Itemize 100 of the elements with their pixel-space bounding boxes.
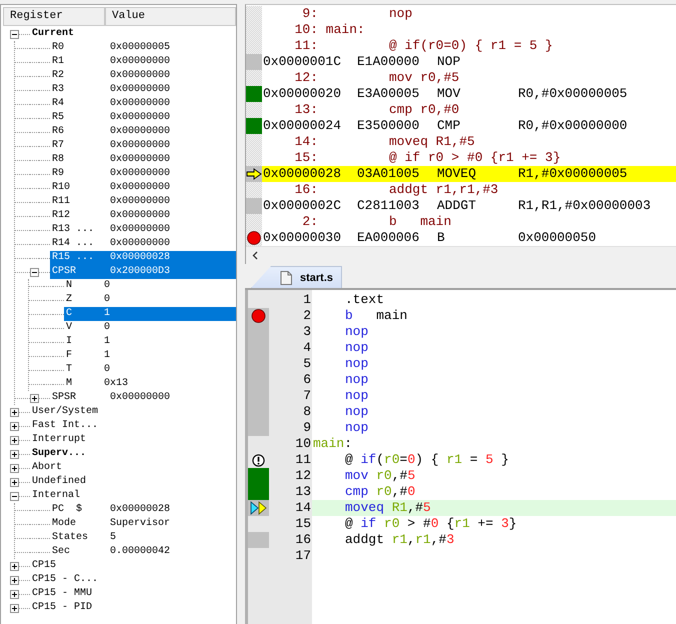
scroll-left-icon[interactable] <box>252 251 258 260</box>
register-row[interactable]: R10 0x00000000 <box>50 181 236 195</box>
instruction-line[interactable]: 0x00000020 E3A00005 MOV R0,#0x00000005 <box>262 86 676 102</box>
code-line: nop <box>344 356 370 372</box>
expand-icon[interactable] <box>10 590 19 598</box>
expand-icon[interactable] <box>10 408 19 416</box>
source-line: 16: addgt r1,r1,#3 <box>294 182 498 198</box>
register-row[interactable]: PC $ 0x00000028 <box>50 503 236 517</box>
instruction-line[interactable]: 0x00000030 EA000006 B 0x00000050 <box>262 230 676 246</box>
expand-icon[interactable] <box>30 394 39 402</box>
register-row[interactable]: R15 ... 0x00000028 <box>50 251 236 265</box>
register-row[interactable]: T 0 <box>64 363 236 377</box>
line-number: 3 <box>303 324 311 339</box>
register-row[interactable]: R11 0x00000000 <box>50 195 236 209</box>
register-row[interactable]: CP15 - MMU <box>30 587 236 601</box>
register-row[interactable]: R6 0x00000000 <box>50 125 236 139</box>
line-number: 7 <box>303 388 311 403</box>
code-line: @ if r0 > #0 {r1 += 3} <box>344 516 518 532</box>
collapse-icon[interactable] <box>10 30 19 38</box>
code-line: nop <box>344 404 370 420</box>
line-number: 14 <box>295 500 311 515</box>
instruction-line[interactable]: 0x0000002C C2811003 ADDGT R1,R1,#0x00000003 <box>262 198 676 214</box>
register-row[interactable]: Current <box>30 27 236 41</box>
instruction-line[interactable]: 0x0000001C E1A00000 NOP <box>262 54 676 70</box>
expand-icon[interactable] <box>10 562 19 570</box>
register-row[interactable]: C 1 <box>64 307 236 321</box>
register-row[interactable]: Internal <box>30 489 236 503</box>
column-header[interactable]: Value <box>105 7 236 26</box>
register-row[interactable]: Abort <box>30 461 236 475</box>
breakpoint-icon[interactable] <box>246 230 262 246</box>
line-number: 12 <box>295 468 311 483</box>
expand-icon[interactable] <box>10 464 19 472</box>
code-line: nop <box>344 420 370 436</box>
expand-icon[interactable] <box>10 576 19 584</box>
register-row[interactable]: CP15 <box>30 559 236 573</box>
register-row[interactable]: R1 0x00000000 <box>50 55 236 69</box>
column-header[interactable]: Register <box>3 7 105 26</box>
register-row[interactable]: I 1 <box>64 335 236 349</box>
code-line: mov r0,#5 <box>344 468 416 484</box>
register-row[interactable]: R4 0x00000000 <box>50 97 236 111</box>
line-number: 1 <box>303 292 311 307</box>
code-line: addgt r1,r1,#3 <box>344 532 456 548</box>
line-number: 11 <box>295 452 311 467</box>
register-row[interactable]: R13 ... 0x00000000 <box>50 223 236 237</box>
register-row[interactable]: Z 0 <box>64 293 236 307</box>
register-row[interactable]: R0 0x00000005 <box>50 41 236 55</box>
register-row[interactable]: R7 0x00000000 <box>50 139 236 153</box>
register-row[interactable]: Superv... <box>30 447 236 461</box>
source-line: 11: @ if(r0=0) { r1 = 5 } <box>294 38 553 54</box>
breakpoint-icon[interactable] <box>248 308 269 324</box>
collapse-icon[interactable] <box>30 268 39 276</box>
register-row[interactable]: R14 ... 0x00000000 <box>50 237 236 251</box>
code-line: nop <box>344 324 370 340</box>
register-row[interactable]: Sec 0.00000042 <box>50 545 236 559</box>
register-row[interactable]: CPSR 0x200000D3 <box>50 265 236 279</box>
register-row[interactable]: F 1 <box>64 349 236 363</box>
horizontal-scrollbar[interactable] <box>246 246 676 264</box>
register-row[interactable]: R12 0x00000000 <box>50 209 236 223</box>
line-number: 4 <box>303 340 311 355</box>
code-line: cmp r0,#0 <box>344 484 416 500</box>
register-row[interactable]: CP15 - C... <box>30 573 236 587</box>
expand-icon[interactable] <box>10 604 19 612</box>
register-row[interactable]: SPSR 0x00000000 <box>50 391 236 405</box>
register-row[interactable]: User/System <box>30 405 236 419</box>
register-row[interactable]: R2 0x00000000 <box>50 69 236 83</box>
register-row[interactable]: Interrupt <box>30 433 236 447</box>
line-number: 8 <box>303 404 311 419</box>
register-row[interactable]: Fast Int... <box>30 419 236 433</box>
code-line: @ if(r0=0) { r1 = 5 } <box>344 452 510 468</box>
file-tab[interactable]: start.s <box>251 266 342 288</box>
line-number: 10 <box>295 436 311 451</box>
collapse-icon[interactable] <box>10 492 19 500</box>
register-row[interactable]: N 0 <box>64 279 236 293</box>
instruction-line[interactable]: 0x00000024 E3500000 CMP R0,#0x00000000 <box>262 118 676 134</box>
register-row[interactable]: R3 0x00000000 <box>50 83 236 97</box>
code-line: main: <box>312 436 354 452</box>
line-number: 2 <box>303 308 311 323</box>
register-row[interactable]: Mode Supervisor <box>50 517 236 531</box>
register-row[interactable]: R8 0x00000000 <box>50 153 236 167</box>
code-line: .text <box>344 292 386 308</box>
expand-icon[interactable] <box>10 478 19 486</box>
line-number: 6 <box>303 372 311 387</box>
source-line: 9: nop <box>301 6 412 22</box>
expand-icon[interactable] <box>10 422 19 430</box>
source-line: 12: mov r0,#5 <box>294 70 460 86</box>
register-row[interactable]: Undefined <box>30 475 236 489</box>
code-line: b main <box>344 308 408 324</box>
code-line: nop <box>344 340 370 356</box>
line-number: 9 <box>303 420 311 435</box>
line-number: 16 <box>295 532 311 547</box>
register-row[interactable]: M 0x13 <box>64 377 236 391</box>
expand-icon[interactable] <box>10 436 19 444</box>
register-row[interactable]: R9 0x00000000 <box>50 167 236 181</box>
register-row[interactable]: V 0 <box>64 321 236 335</box>
register-row[interactable]: CP15 - PID <box>30 601 236 615</box>
document-icon <box>280 270 292 284</box>
register-row[interactable]: States 5 <box>50 531 236 545</box>
source-line: 15: @ if r0 > #0 {r1 += 3} <box>294 150 561 166</box>
expand-icon[interactable] <box>10 450 19 458</box>
register-row[interactable]: R5 0x00000000 <box>50 111 236 125</box>
